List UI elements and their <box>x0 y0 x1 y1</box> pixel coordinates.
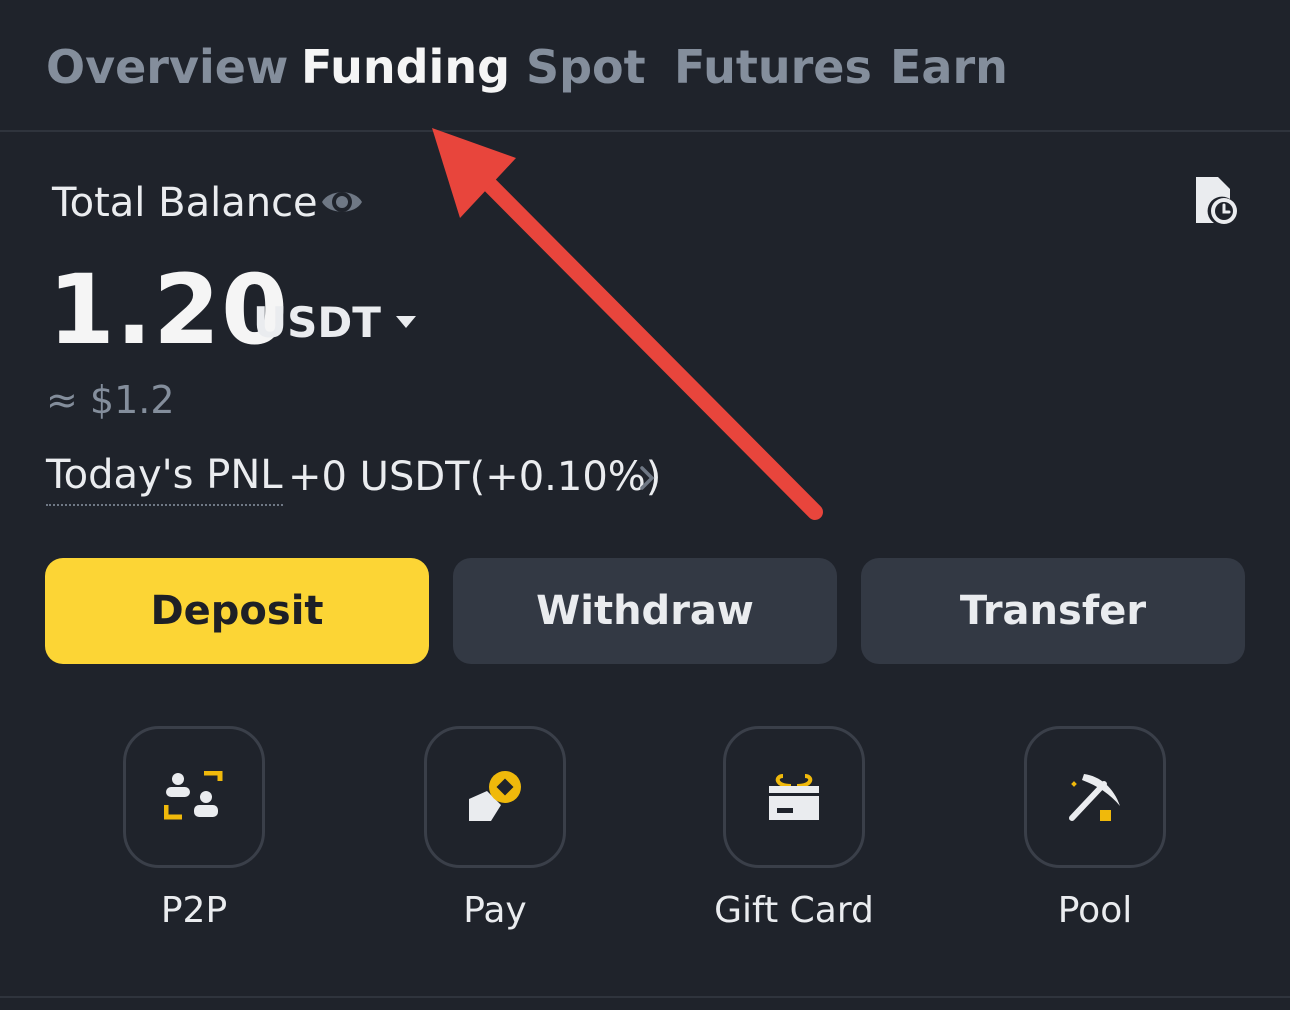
currency-label: USDT <box>253 297 381 347</box>
total-balance-label: Total Balance <box>52 180 318 226</box>
gift-card-tile[interactable] <box>723 726 865 868</box>
withdraw-button[interactable]: Withdraw <box>453 558 837 664</box>
pool-tile[interactable] <box>1024 726 1166 868</box>
p2p-icon <box>164 771 223 820</box>
shortcut-label: Pay <box>463 890 527 931</box>
history-clock-icon[interactable] <box>1190 175 1240 227</box>
funding-wallet-screen: Overview Funding Spot Futures Earn Total… <box>0 0 1290 1010</box>
pay-icon <box>469 771 521 821</box>
caret-down-icon <box>395 316 416 328</box>
tab-earn[interactable]: Earn <box>890 40 1008 94</box>
tab-futures[interactable]: Futures <box>674 40 872 94</box>
tab-overview[interactable]: Overview <box>46 40 288 94</box>
shortcut-gift-card[interactable]: Gift Card <box>714 726 874 931</box>
tab-spot[interactable]: Spot <box>526 40 646 94</box>
shortcut-pool[interactable]: Pool <box>1024 726 1168 931</box>
p2p-tile[interactable] <box>123 726 265 868</box>
transfer-button[interactable]: Transfer <box>861 558 1245 664</box>
tab-funding[interactable]: Funding <box>301 40 510 94</box>
eye-icon[interactable] <box>319 183 365 221</box>
shortcut-label: P2P <box>160 890 228 931</box>
wallet-tab-bar: Overview Funding Spot Futures Earn <box>0 0 1290 132</box>
pay-tile[interactable] <box>424 726 566 868</box>
gift-card-icon <box>769 774 819 820</box>
shortcut-label: Gift Card <box>714 890 874 931</box>
currency-selector[interactable]: USDT <box>253 296 417 348</box>
section-divider <box>0 996 1290 998</box>
pnl-value: +0 USDT(+0.10%) <box>288 454 662 500</box>
deposit-button[interactable]: Deposit <box>45 558 429 664</box>
shortcut-p2p[interactable]: P2P <box>123 726 267 931</box>
fiat-equivalent: ≈ $1.2 <box>46 378 175 422</box>
shortcut-label: Pool <box>1057 890 1133 931</box>
pickaxe-icon <box>1069 774 1120 821</box>
chevron-right-icon[interactable] <box>638 464 656 492</box>
pnl-label[interactable]: Today's PNL <box>46 452 283 506</box>
shortcut-pay[interactable]: Pay <box>424 726 568 931</box>
